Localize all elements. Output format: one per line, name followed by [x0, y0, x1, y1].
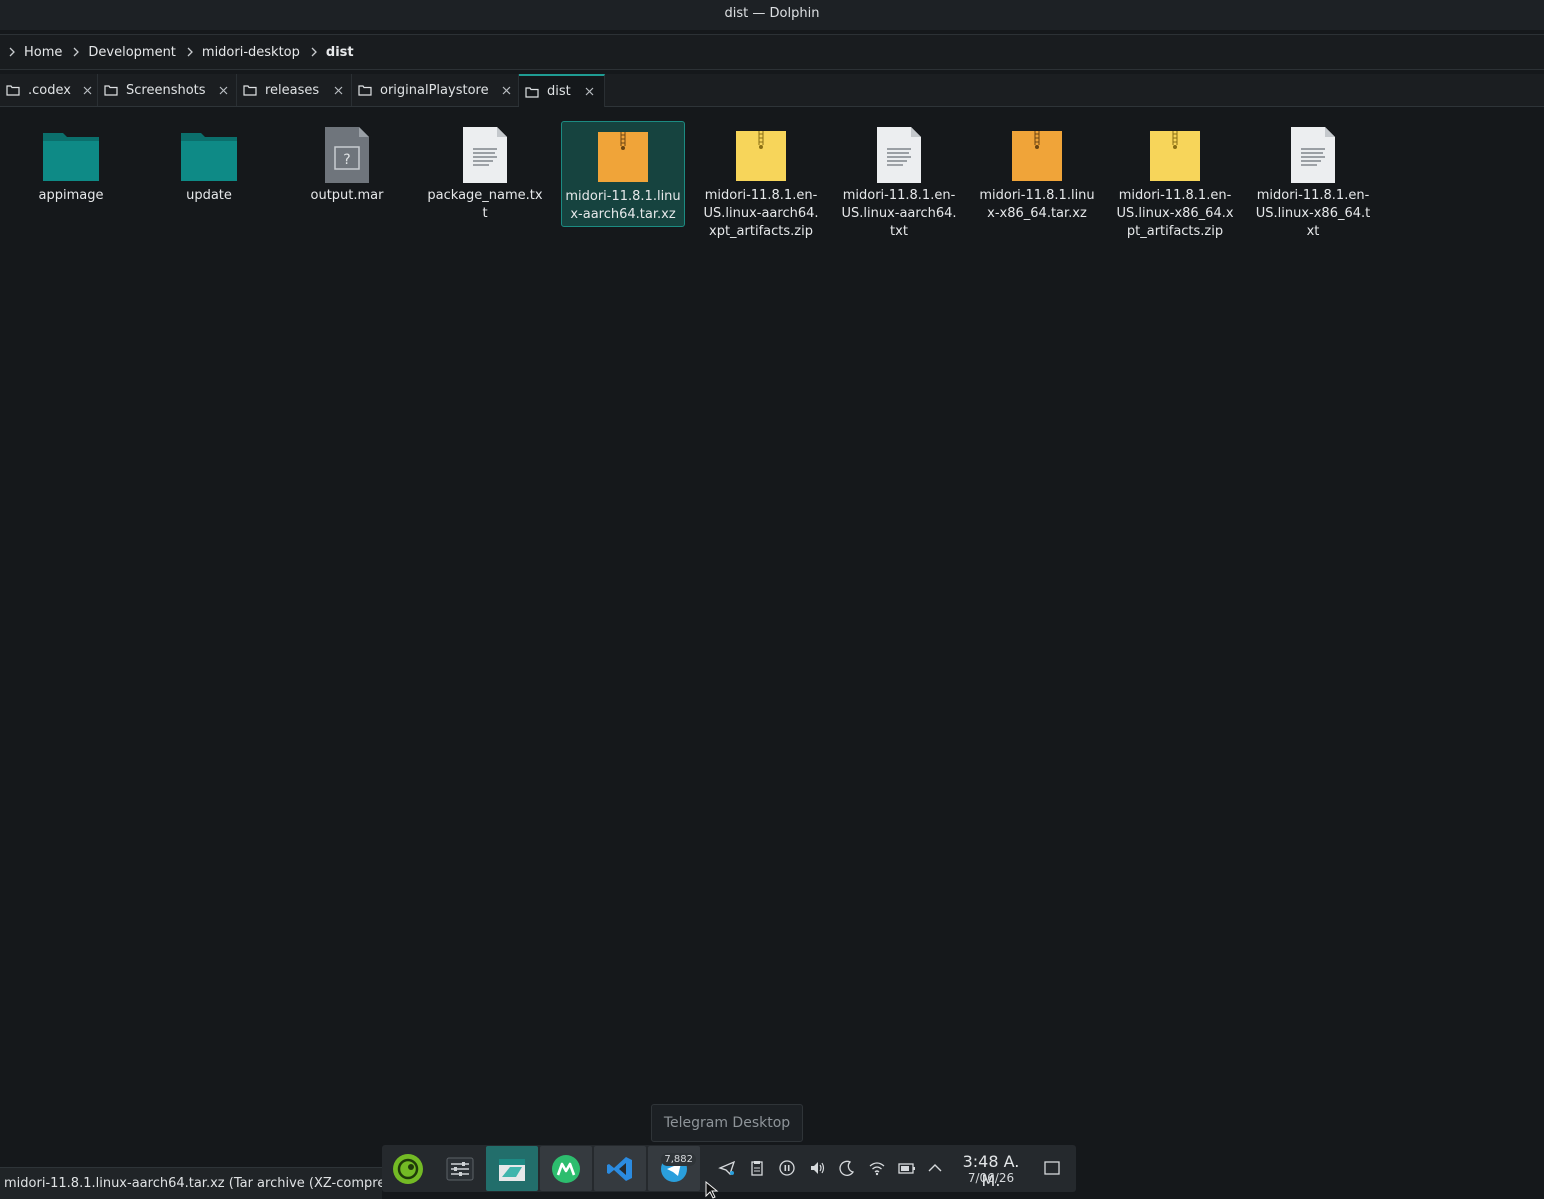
folder-icon: [104, 84, 118, 96]
close-icon[interactable]: [583, 85, 597, 99]
text-file-icon: [877, 127, 921, 183]
taskbar: 7,882 3:48 A. M. 7/06/26: [382, 1145, 1076, 1192]
file-name: midori-11.8.1.en-US.linux-aarch64.xpt_ar…: [703, 188, 819, 239]
zip-icon: [736, 131, 786, 181]
close-icon[interactable]: [218, 83, 230, 97]
tab-label: Screenshots: [126, 82, 206, 98]
dolphin-icon: [499, 1158, 525, 1181]
telegram-task-button[interactable]: 7,882: [648, 1146, 700, 1191]
clipboard-icon[interactable]: [747, 1158, 767, 1178]
media-pause-icon[interactable]: [777, 1158, 797, 1178]
text-file-icon: [463, 127, 507, 183]
chevron-right-icon[interactable]: [68, 47, 84, 57]
zip-icon: [1150, 131, 1200, 181]
folder-icon: [43, 133, 99, 181]
file-name: midori-11.8.1.linux-x86_64.tar.xz: [979, 188, 1095, 221]
folder-icon: [181, 133, 237, 181]
system-settings-icon: [446, 1157, 474, 1180]
file-name: midori-11.8.1.en-US.linux-x86_64.txt: [1255, 188, 1371, 239]
breadcrumb-development[interactable]: Development: [84, 45, 182, 60]
unread-badge: 7,882: [661, 1153, 696, 1166]
close-icon[interactable]: [83, 83, 92, 97]
status-bar: midori-11.8.1.linux-aarch64.tar.xz (Tar …: [0, 1167, 382, 1199]
file-name: midori-11.8.1.linux-aarch64.tar.xz: [565, 189, 681, 222]
file-item-package-name[interactable]: package_name.txt: [423, 121, 547, 225]
opensuse-icon: [393, 1153, 423, 1184]
tab-label: .codex: [28, 82, 71, 98]
midori-icon: [552, 1154, 580, 1183]
vscode-task-button[interactable]: [594, 1146, 646, 1191]
archive-icon: [598, 132, 648, 182]
dolphin-task-button[interactable]: [486, 1146, 538, 1191]
file-item-aarch64-zip[interactable]: midori-11.8.1.en-US.linux-aarch64.xpt_ar…: [699, 121, 823, 243]
svg-text:?: ?: [343, 152, 350, 168]
opensuse-launcher-button[interactable]: [382, 1146, 434, 1191]
folder-icon: [6, 84, 20, 96]
chevron-right-icon[interactable]: [306, 47, 322, 57]
tab-dist[interactable]: dist: [519, 74, 605, 107]
expand-tray-icon[interactable]: [925, 1158, 945, 1178]
file-view[interactable]: appimage update ? output.mar package_nam…: [0, 108, 1544, 1163]
vscode-icon: [607, 1156, 632, 1181]
file-item-update[interactable]: update: [147, 121, 271, 207]
file-item-aarch64-tar[interactable]: midori-11.8.1.linux-aarch64.tar.xz: [561, 121, 685, 227]
taskbar-tooltip: Telegram Desktop: [651, 1104, 803, 1142]
file-item-appimage[interactable]: appimage: [9, 121, 133, 207]
file-name: appimage: [38, 188, 104, 203]
close-icon[interactable]: [501, 83, 512, 97]
file-item-x86-tar[interactable]: midori-11.8.1.linux-x86_64.tar.xz: [975, 121, 1099, 225]
file-name: update: [186, 188, 232, 203]
folder-icon: [243, 84, 257, 96]
window-titlebar: dist — Dolphin: [0, 0, 1544, 30]
breadcrumb-dist[interactable]: dist: [322, 45, 360, 60]
breadcrumb-midori-desktop[interactable]: midori-desktop: [198, 45, 306, 60]
wifi-icon[interactable]: [867, 1158, 887, 1178]
file-item-aarch64-txt[interactable]: midori-11.8.1.en-US.linux-aarch64.txt: [837, 121, 961, 243]
tab-releases[interactable]: releases: [237, 74, 352, 106]
breadcrumb: Home Development midori-desktop dist: [0, 34, 1544, 70]
battery-icon[interactable]: [897, 1158, 917, 1178]
file-name: midori-11.8.1.en-US.linux-x86_64.xpt_art…: [1116, 188, 1234, 239]
folder-icon: [358, 84, 372, 96]
tab-codex[interactable]: .codex: [0, 74, 98, 106]
breadcrumb-home[interactable]: Home: [20, 45, 68, 60]
file-name: output.mar: [310, 188, 384, 203]
show-desktop-icon[interactable]: [1042, 1158, 1062, 1178]
status-text: midori-11.8.1.linux-aarch64.tar.xz (Tar …: [4, 1176, 382, 1191]
file-item-output-mar[interactable]: ? output.mar: [285, 121, 409, 207]
system-settings-button[interactable]: [434, 1146, 486, 1191]
chevron-right-icon[interactable]: [182, 47, 198, 57]
telegram-tray-icon[interactable]: [717, 1158, 737, 1178]
clock-date[interactable]: 7/06/26: [952, 1171, 1030, 1185]
file-name: midori-11.8.1.en-US.linux-aarch64.txt: [841, 188, 957, 239]
tab-label: releases: [265, 82, 320, 98]
file-name: package_name.txt: [427, 188, 543, 221]
midori-task-button[interactable]: [540, 1146, 592, 1191]
file-item-x86-zip[interactable]: midori-11.8.1.en-US.linux-x86_64.xpt_art…: [1113, 121, 1237, 243]
file-item-x86-txt[interactable]: midori-11.8.1.en-US.linux-x86_64.txt: [1251, 121, 1375, 243]
tab-screenshots[interactable]: Screenshots: [98, 74, 237, 106]
folder-icon: [525, 86, 539, 98]
night-light-icon[interactable]: [837, 1158, 857, 1178]
close-icon[interactable]: [331, 83, 345, 97]
chevron-right-icon[interactable]: [4, 47, 20, 57]
unknown-file-icon: ?: [325, 127, 369, 183]
tab-bar: .codex Screenshots releases originalPlay…: [0, 74, 1544, 107]
text-file-icon: [1291, 127, 1335, 183]
tab-label: originalPlaystore: [380, 82, 489, 98]
mouse-cursor-icon: [705, 1181, 719, 1199]
tab-originalplaystore[interactable]: originalPlaystore: [352, 74, 519, 106]
tab-label: dist: [547, 84, 571, 99]
window-title: dist — Dolphin: [724, 6, 820, 21]
volume-icon[interactable]: [807, 1158, 827, 1178]
archive-icon: [1012, 131, 1062, 181]
